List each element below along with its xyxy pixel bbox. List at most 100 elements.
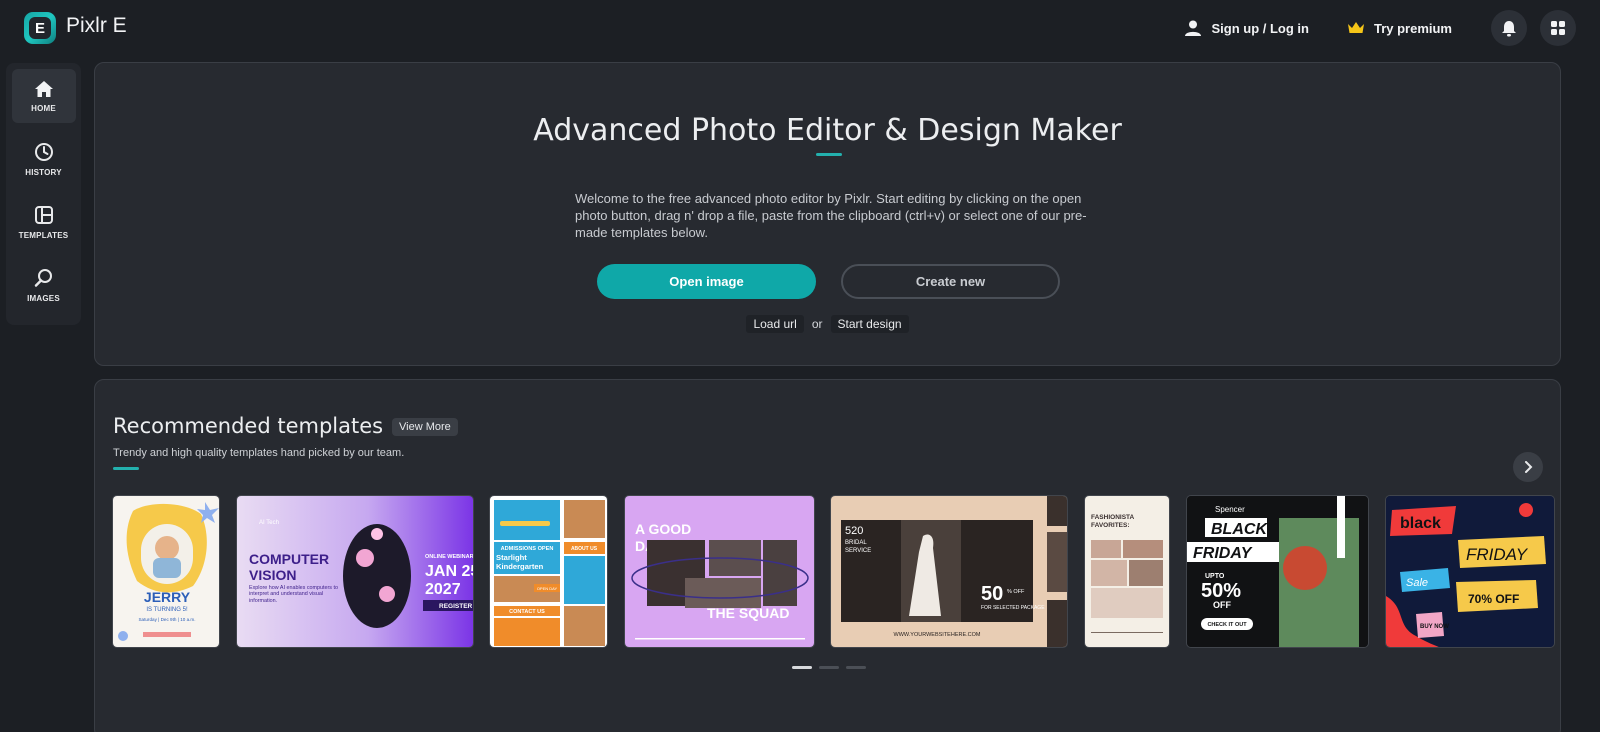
template-thumbnail: Spencer BLACK FRIDAY UPTO 50% OFF CHECK …: [1187, 496, 1368, 647]
templates-title: Recommended templates: [113, 414, 384, 438]
template-card-fashionista[interactable]: FASHIONISTA FAVORITES:: [1084, 495, 1170, 648]
create-new-button[interactable]: Create new: [841, 264, 1060, 299]
card-text: OFF: [1213, 600, 1231, 610]
sidebar-item-label: HISTORY: [25, 167, 62, 177]
card-text: OPEN DAY: [537, 586, 558, 591]
try-premium-button[interactable]: Try premium: [1347, 21, 1452, 36]
template-card-computer-vision[interactable]: AI Tech COMPUTER VISION Explore how AI e…: [236, 495, 474, 648]
card-text: 50: [981, 583, 1003, 605]
top-actions: Sign up / Log in Try premium: [1184, 10, 1576, 46]
card-text: UPTO: [1205, 573, 1225, 580]
template-card-birthday[interactable]: JERRY IS TURNING 5! Saturday | Dec 9th |…: [112, 495, 220, 648]
card-text: Explore how AI enables computers to inte…: [249, 585, 338, 604]
card-text: ONLINE WEBINAR: [425, 554, 474, 560]
load-url-link[interactable]: Load url: [746, 315, 804, 333]
signin-label: Sign up / Log in: [1211, 20, 1309, 36]
sidebar-item-images[interactable]: IMAGES: [12, 258, 76, 312]
carousel-next-button[interactable]: [1513, 452, 1543, 482]
card-text: JERRY: [144, 589, 191, 605]
card-text: black: [1400, 515, 1441, 532]
open-image-button[interactable]: Open image: [597, 264, 816, 299]
app-title: Pixlr E: [66, 14, 127, 37]
sidebar-item-label: IMAGES: [27, 293, 60, 303]
title-underline: [816, 153, 842, 156]
card-text: WWW.YOURWEBSITEHERE.COM: [894, 632, 981, 638]
user-icon: [1185, 20, 1202, 36]
card-text: 2027: [425, 581, 461, 598]
apps-grid-button[interactable]: [1540, 10, 1576, 46]
crown-icon: [1347, 22, 1364, 33]
card-text: ADMISSIONS OPEN: [501, 546, 554, 552]
templates-underline: [113, 467, 139, 470]
start-design-link[interactable]: Start design: [830, 315, 909, 333]
alt-actions: Load url or Start design: [95, 315, 1560, 333]
sidebar-item-label: HOME: [31, 103, 56, 113]
template-card-kindergarten[interactable]: ADMISSIONS OPEN Starlight Kindergarten A…: [489, 495, 608, 648]
carousel-pagination: [792, 666, 866, 669]
card-text: THE SQUAD: [707, 605, 789, 621]
card-text: VISION: [249, 567, 296, 583]
home-icon: [34, 80, 53, 97]
card-text: AI Tech: [259, 520, 279, 526]
card-text: CONTACT US: [509, 609, 545, 615]
hero-description: Welcome to the free advanced photo edito…: [575, 191, 1087, 240]
card-text: ABOUT US: [571, 546, 598, 552]
card-text: % OFF: [1007, 589, 1025, 595]
card-text: 70% OFF: [1468, 592, 1519, 606]
template-thumbnail: A GOOD DAY WITH THE SQUAD: [625, 496, 814, 647]
card-text: COMPUTER: [249, 551, 329, 567]
template-card-bridal[interactable]: 520 BRIDAL SERVICE 50 % OFF FOR SELECTED…: [830, 495, 1068, 648]
top-bar: E Pixlr E Sign up / Log in Try premium: [0, 0, 1600, 58]
pagination-dot[interactable]: [846, 666, 866, 669]
template-card-black-friday[interactable]: Spencer BLACK FRIDAY UPTO 50% OFF CHECK …: [1186, 495, 1369, 648]
card-text: FOR SELECTED PACKAGE: [981, 605, 1045, 611]
template-card-friday-sale[interactable]: black FRIDAY Sale 70% OFF BUY NOW: [1385, 495, 1555, 648]
card-text: BRIDAL: [845, 540, 867, 546]
premium-label: Try premium: [1373, 20, 1452, 36]
templates-icon: [34, 205, 53, 224]
templates-panel: Recommended templates View More Trendy a…: [94, 379, 1561, 732]
card-text: FAVORITES:: [1091, 522, 1130, 529]
card-text: FRIDAY: [1466, 545, 1529, 564]
card-text: SERVICE: [845, 548, 871, 554]
card-text: Starlight Kindergarten: [496, 554, 544, 571]
template-thumbnail: JERRY IS TURNING 5! Saturday | Dec 9th |…: [113, 496, 219, 647]
card-text: 520: [845, 525, 863, 537]
card-text: FASHIONISTA: [1091, 514, 1135, 521]
chevron-right-icon: [1525, 461, 1533, 473]
template-card-squad[interactable]: A GOOD DAY WITH THE SQUAD: [624, 495, 815, 648]
pagination-dot[interactable]: [819, 666, 839, 669]
or-text: or: [811, 317, 823, 331]
card-text: BLACK: [1211, 521, 1268, 538]
card-text: JAN 25: [425, 563, 474, 580]
search-icon: [34, 268, 52, 287]
pixlr-logo[interactable]: E: [24, 12, 56, 44]
sidebar-item-label: TEMPLATES: [18, 230, 69, 240]
card-text: Saturday | Dec 9th | 10 a.m.: [138, 617, 195, 622]
card-text: Spencer: [1215, 505, 1245, 514]
sidebar-item-history[interactable]: HISTORY: [12, 132, 76, 186]
hero-panel: Advanced Photo Editor & Design Maker Wel…: [94, 62, 1561, 366]
bell-icon: [1502, 20, 1516, 36]
template-thumbnail: black FRIDAY Sale 70% OFF BUY NOW: [1386, 496, 1554, 647]
sidebar-item-home[interactable]: HOME: [11, 69, 76, 123]
sidebar-item-templates[interactable]: TEMPLATES: [12, 195, 76, 249]
card-text: CHECK IT OUT: [1207, 622, 1247, 628]
pagination-dot[interactable]: [792, 666, 812, 669]
card-text: Sale: [1406, 577, 1428, 589]
grid-icon: [1551, 21, 1565, 35]
card-text: FRIDAY: [1193, 545, 1253, 562]
card-text: BUY NOW: [1420, 624, 1449, 630]
history-icon: [34, 142, 53, 161]
view-more-button[interactable]: View More: [392, 418, 458, 436]
notifications-button[interactable]: [1491, 10, 1527, 46]
templates-subtitle: Trendy and high quality templates hand p…: [113, 447, 405, 459]
template-thumbnail: ADMISSIONS OPEN Starlight Kindergarten A…: [490, 496, 607, 647]
card-text: 50%: [1201, 580, 1241, 602]
card-text: REGISTER: [439, 603, 473, 610]
template-thumbnail: AI Tech COMPUTER VISION Explore how AI e…: [237, 496, 474, 647]
logo-letter: E: [29, 17, 51, 39]
signin-button[interactable]: Sign up / Log in: [1184, 19, 1309, 37]
card-text: IS TURNING 5!: [146, 607, 188, 613]
card-text: A GOOD: [635, 521, 691, 537]
